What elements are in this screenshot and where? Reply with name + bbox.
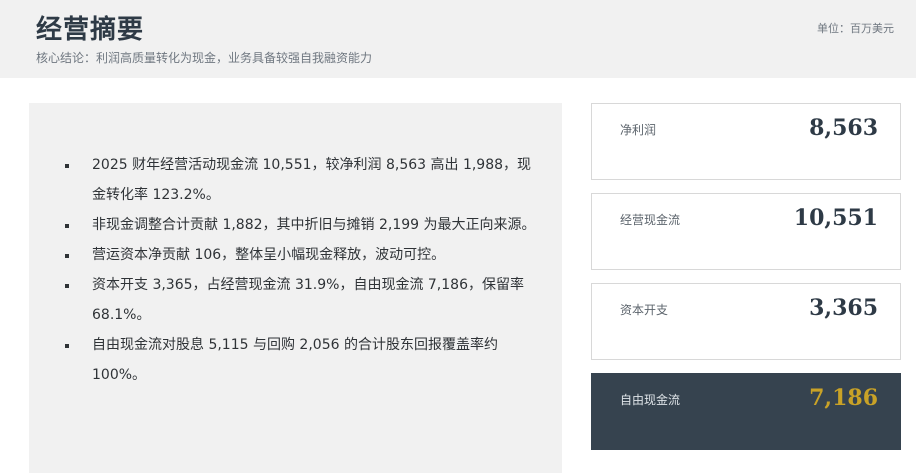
metric-value: 10,551 xyxy=(793,205,878,231)
list-item-text: 非现金调整合计贡献 1,882，其中折旧与摊销 2,199 为最大正向来源。 xyxy=(92,217,536,233)
metric-value: 7,186 xyxy=(809,385,878,411)
bullet-dot-icon xyxy=(65,254,69,258)
metric-card-net-income: 净利润 8,563 xyxy=(591,103,901,180)
bullet-dot-icon xyxy=(65,344,69,348)
key-points-panel: 2025 财年经营活动现金流 10,551，较净利润 8,563 高出 1,98… xyxy=(29,103,562,473)
list-item: 资本开支 3,365，占经营现金流 31.9%，自由现金流 7,186，保留率 … xyxy=(59,270,539,330)
key-points-list: 2025 财年经营活动现金流 10,551，较净利润 8,563 高出 1,98… xyxy=(59,150,539,390)
metric-card-capex: 资本开支 3,365 xyxy=(591,283,901,360)
list-item: 非现金调整合计贡献 1,882，其中折旧与摊销 2,199 为最大正向来源。 xyxy=(59,210,539,240)
metric-card-operating-cash-flow: 经营现金流 10,551 xyxy=(591,193,901,270)
metric-value: 3,365 xyxy=(809,295,878,321)
list-item-text: 2025 财年经营活动现金流 10,551，较净利润 8,563 高出 1,98… xyxy=(92,157,532,203)
list-item-text: 自由现金流对股息 5,115 与回购 2,056 的合计股东回报覆盖率约 100… xyxy=(92,337,498,383)
bullet-dot-icon xyxy=(65,284,69,288)
list-item: 营运资本净贡献 106，整体呈小幅现金释放，波动可控。 xyxy=(59,240,539,270)
list-item-text: 营运资本净贡献 106，整体呈小幅现金释放，波动可控。 xyxy=(92,247,446,263)
list-item: 自由现金流对股息 5,115 与回购 2,056 的合计股东回报覆盖率约 100… xyxy=(59,330,539,390)
page-title: 经营摘要 xyxy=(36,15,145,45)
bullet-dot-icon xyxy=(65,164,69,168)
metric-value: 8,563 xyxy=(809,115,878,141)
bullet-dot-icon xyxy=(65,224,69,228)
metric-card-free-cash-flow: 自由现金流 7,186 xyxy=(591,373,901,450)
summary-header: 经营摘要 核心结论：利润高质量转化为现金，业务具备较强自我融资能力 单位：百万美… xyxy=(0,0,916,78)
list-item: 2025 财年经营活动现金流 10,551，较净利润 8,563 高出 1,98… xyxy=(59,150,539,210)
list-item-text: 资本开支 3,365，占经营现金流 31.9%，自由现金流 7,186，保留率 … xyxy=(92,277,524,323)
metric-label: 经营现金流 xyxy=(620,213,681,227)
page-subtitle: 核心结论：利润高质量转化为现金，业务具备较强自我融资能力 xyxy=(36,51,373,65)
metric-label: 净利润 xyxy=(620,123,657,137)
metric-label: 资本开支 xyxy=(620,303,669,317)
unit-label: 单位：百万美元 xyxy=(817,22,894,35)
metric-label: 自由现金流 xyxy=(620,393,681,407)
